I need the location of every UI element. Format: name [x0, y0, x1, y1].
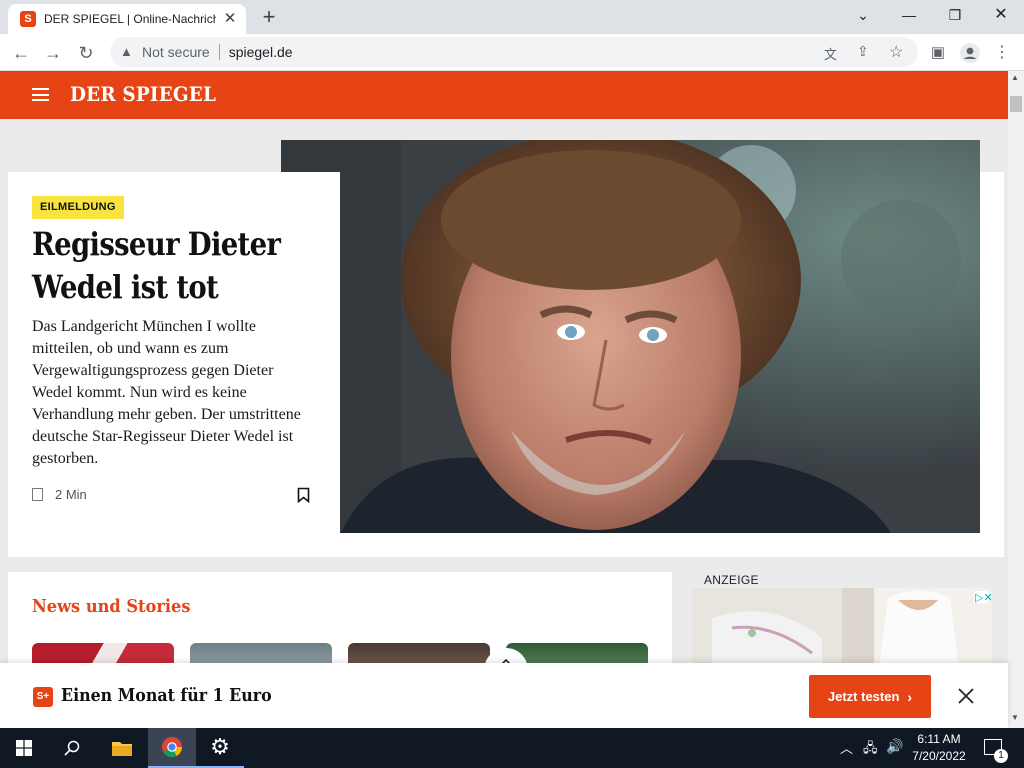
spiegel-logo[interactable]: DER SPIEGEL [70, 82, 216, 106]
browser-tab[interactable]: S DER SPIEGEL | Online-Nachrichten ✕ [8, 4, 246, 34]
settings-gear-icon[interactable]: ⚙ [196, 728, 244, 768]
windows-taskbar: ⚙ ︿ 🖧 🔊 6:11 AM 7/20/2022 1 [0, 728, 1024, 768]
restore-button[interactable]: ❐ [932, 0, 978, 30]
chevron-right-icon: › [907, 688, 913, 705]
close-promo-icon[interactable] [955, 685, 977, 707]
translate-icon[interactable]: 文 [824, 44, 837, 63]
ad-label: ANZEIGE [704, 573, 759, 587]
breaking-news-badge: EILMELDUNG [32, 196, 124, 219]
clock-date: 7/20/2022 [912, 749, 966, 763]
profile-avatar-icon[interactable] [958, 41, 982, 65]
bookmark-star-icon[interactable]: ☆ [889, 42, 903, 62]
page-scrollbar[interactable]: ▲ ▼ [1008, 71, 1024, 728]
side-panel-icon[interactable]: ▣ [926, 41, 950, 65]
hero-headline[interactable]: Regisseur Dieter Wedel ist tot [32, 223, 290, 309]
hero-teaser[interactable]: Das Landgericht München I wollte mitteil… [32, 316, 310, 470]
menu-kebab-icon[interactable]: ⋮ [990, 41, 1014, 65]
page-viewport: DER SPIEGEL EILMELDUNG Regisseur Dieter … [0, 71, 1008, 728]
security-label[interactable]: Not secure [142, 44, 210, 60]
back-button[interactable]: ← [8, 40, 34, 66]
promo-text: Einen Monat für 1 Euro [61, 685, 272, 706]
subscription-promo-bar: S+ Einen Monat für 1 Euro Jetzt testen › [0, 663, 1008, 728]
spiegel-plus-icon: S+ [33, 687, 53, 707]
close-window-button[interactable]: ✕ [978, 0, 1024, 30]
chrome-taskbar-icon[interactable] [148, 728, 196, 768]
tab-strip: S DER SPIEGEL | Online-Nachrichten ✕ + ⌄… [0, 0, 1024, 34]
site-header: DER SPIEGEL [0, 71, 1008, 119]
reload-button[interactable]: ↻ [73, 40, 99, 66]
scroll-down-arrow-icon[interactable]: ▼ [1011, 713, 1019, 722]
address-separator [218, 44, 220, 60]
document-icon [32, 488, 43, 501]
hamburger-menu-icon[interactable] [32, 88, 49, 101]
read-time-label: 2 Min [55, 487, 87, 502]
warning-triangle-icon[interactable]: ▲ [120, 45, 134, 59]
file-explorer-icon[interactable] [98, 728, 146, 768]
svg-text:▷✕: ▷✕ [975, 591, 992, 604]
spiegel-favicon-icon: S [20, 11, 36, 27]
tab-title: DER SPIEGEL | Online-Nachrichten [44, 12, 216, 26]
clock-time: 6:11 AM [917, 732, 961, 746]
hero-portrait-image[interactable] [281, 140, 980, 533]
scroll-up-arrow-icon[interactable]: ▲ [1011, 73, 1019, 82]
network-icon[interactable]: 🖧 [863, 739, 878, 761]
news-section-title[interactable]: News und Stories [32, 596, 190, 617]
minimize-button[interactable]: — [886, 0, 932, 30]
share-icon[interactable]: ⇪ [857, 43, 869, 60]
forward-button[interactable]: → [40, 40, 66, 66]
search-icon[interactable] [48, 728, 96, 768]
chevron-up-tray-icon[interactable]: ︿ [840, 738, 853, 757]
try-now-label: Jetzt testen [827, 689, 900, 704]
read-time: 2 Min [32, 487, 87, 502]
browser-toolbar: ← → ↻ ▲ Not secure spiegel.de 文 ⇪ ☆ ▣ ⋮ [0, 34, 1024, 71]
notification-count-badge: 1 [994, 749, 1008, 763]
scrollbar-thumb[interactable] [1010, 96, 1022, 112]
bookmark-icon[interactable] [297, 487, 310, 504]
system-clock[interactable]: 6:11 AM 7/20/2022 [900, 731, 978, 765]
url-text[interactable]: spiegel.de [229, 44, 293, 60]
try-now-button[interactable]: Jetzt testen › [809, 675, 931, 718]
tab-search-chevron-icon[interactable]: ⌄ [840, 0, 886, 30]
address-bar[interactable]: ▲ Not secure spiegel.de 文 ⇪ ☆ [110, 37, 918, 67]
windows-start-icon[interactable] [0, 728, 48, 768]
new-tab-button[interactable]: + [254, 5, 284, 29]
close-tab-icon[interactable]: ✕ [222, 11, 238, 27]
